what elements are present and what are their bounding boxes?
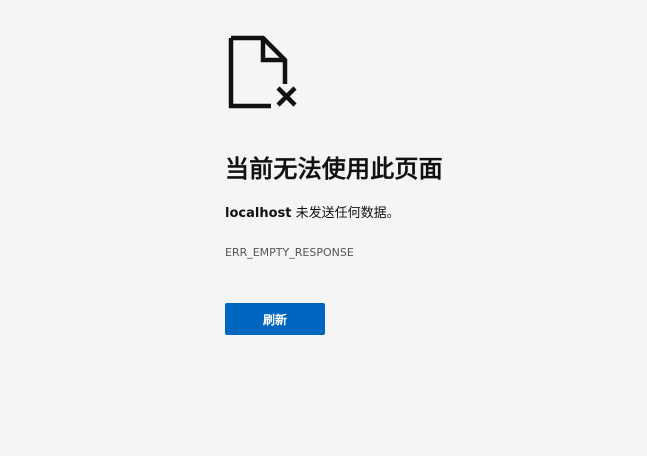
error-content: 当前无法使用此页面 localhost 未发送任何数据。 ERR_EMPTY_R… [225, 34, 625, 335]
host-name: localhost [225, 206, 292, 221]
error-message: localhost 未发送任何数据。 [225, 204, 625, 224]
error-message-text: 未发送任何数据。 [291, 206, 400, 221]
error-code: ERR_EMPTY_RESPONSE [225, 246, 354, 259]
document-error-icon [228, 35, 297, 109]
error-page: 当前无法使用此页面 localhost 未发送任何数据。 ERR_EMPTY_R… [0, 0, 647, 456]
reload-button[interactable]: 刷新 [225, 303, 325, 335]
page-title: 当前无法使用此页面 [225, 155, 443, 183]
